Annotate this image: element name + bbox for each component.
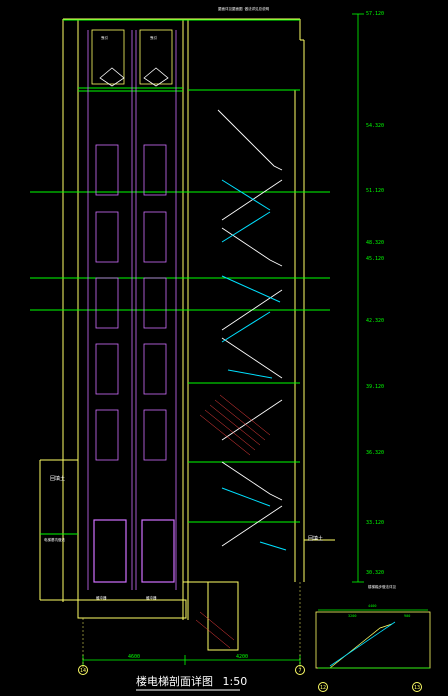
- grid-axis-detail-right: 13: [412, 682, 422, 692]
- floor-slabs: [30, 19, 330, 535]
- drawing-title: 楼电梯剖面详图 1:50: [136, 676, 247, 688]
- title-text: 楼电梯剖面详图: [136, 675, 213, 688]
- soil-right-label: 回填土: [308, 536, 324, 542]
- elevation-label-5: 42.320: [366, 318, 385, 324]
- grid-axis-right: 7: [295, 665, 305, 675]
- grid-axis-detail-left: 12: [318, 682, 328, 692]
- elevation-label-3: 48.320: [366, 240, 385, 246]
- handrails: [221, 179, 287, 551]
- section-drawing: [30, 13, 431, 691]
- detail-note: 楼梯踏步做法详见: [368, 585, 396, 589]
- elevation-label-8: 33.120: [366, 520, 385, 526]
- soil-left-label: 回填土: [50, 476, 66, 482]
- stair-detail: [315, 611, 431, 669]
- grid-axis-left: 14: [78, 665, 88, 675]
- machine-right-label: 曳引: [150, 36, 157, 40]
- dim-detail-small: 900: [404, 614, 411, 618]
- elevator-pit: [77, 599, 187, 619]
- dim-detail-span: 4400: [368, 604, 377, 608]
- elevation-label-2: 51.120: [366, 188, 385, 194]
- stair-flights: [217, 109, 283, 547]
- elevation-label-6: 39.120: [366, 384, 385, 390]
- elevation-label-0: 57.120: [366, 11, 385, 17]
- walls: [39, 18, 335, 651]
- buffer-left-label: 缓冲器: [96, 596, 107, 600]
- elevation-label-9: 30.320: [366, 570, 385, 576]
- dim-detail-sub: 3200: [348, 614, 357, 618]
- elevation-label-4: 45.120: [366, 256, 385, 262]
- dim-bottom-left: 4600: [128, 654, 141, 660]
- pit-note: 电梯基坑做法: [44, 538, 65, 542]
- elevation-chain: [352, 13, 364, 583]
- elevation-label-1: 54.320: [366, 123, 385, 129]
- dim-bottom-right: 4200: [236, 654, 249, 660]
- elevation-label-7: 36.320: [366, 450, 385, 456]
- buffer-right-label: 缓冲器: [146, 596, 157, 600]
- roof-note: 屋面详见屋面图 做法详见总说明: [218, 7, 270, 11]
- machine-left-label: 曳引: [101, 36, 108, 40]
- title-scale: 1:50: [222, 675, 248, 688]
- axis-lines: [82, 582, 301, 668]
